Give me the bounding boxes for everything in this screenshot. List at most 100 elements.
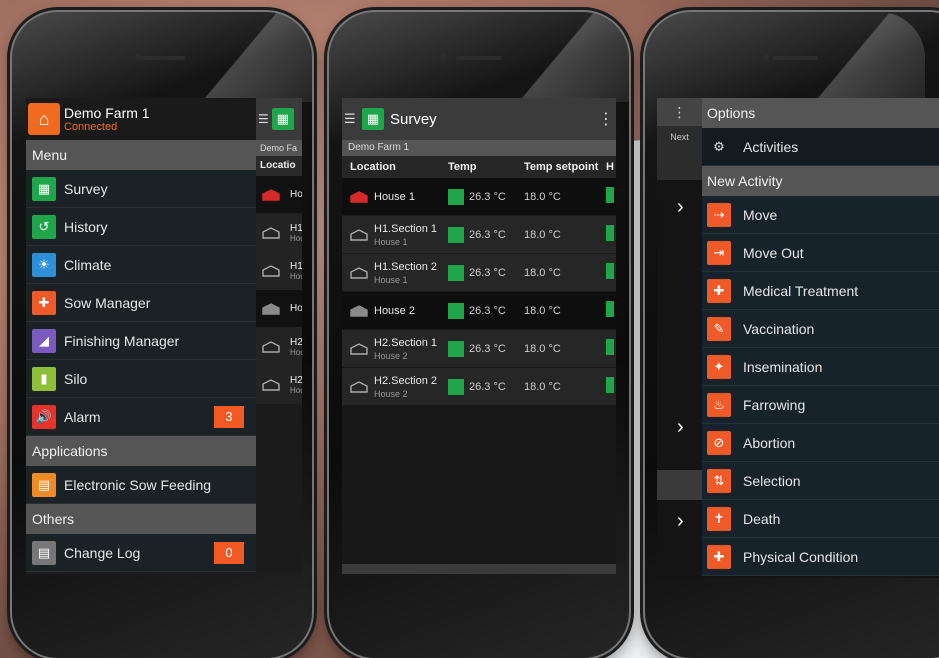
location-parent: House 1 — [374, 274, 408, 285]
farm-logo-icon: ⌂ — [28, 103, 60, 135]
status-indicator — [448, 226, 464, 243]
table-row[interactable]: House 1 26.3 °C 18.0 °C — [342, 178, 616, 216]
section-icon — [350, 342, 368, 355]
location-cell: H1.Section 1 House 1 — [342, 223, 448, 247]
drawer-item[interactable]: ✚ Sow Manager — [26, 284, 256, 322]
climate-icon: ☀ — [32, 252, 56, 277]
alarm-icon: 🔊 — [32, 404, 56, 429]
count-badge: 3 — [214, 405, 244, 428]
activity-list: ⇢ Move ⇥ Move Out ✚ Medical Treatment ✎ Vaccina… — [702, 196, 939, 576]
drawer-item[interactable]: ☀ Climate — [26, 246, 256, 284]
drawer-item[interactable]: ↺ History — [26, 208, 256, 246]
activity-item[interactable]: ⇥ Move Out — [702, 234, 939, 272]
vaccination-icon: ✎ — [707, 316, 731, 341]
peek-row[interactable]: H1Hou — [256, 214, 302, 252]
setpoint-value: 18.0 °C — [524, 190, 561, 203]
location-text: H1.Section 2 House 1 — [374, 261, 437, 285]
table-row[interactable]: H1.Section 1 House 1 26.3 °C 18.0 °C — [342, 216, 616, 254]
peek-row-sub: Hou — [290, 385, 302, 395]
table-header: Location Temp Temp setpoint H — [342, 156, 616, 178]
peek-row[interactable]: Ho — [256, 176, 302, 214]
screen-3: ⋮ Next › › › Options ⚙ Activities New Ac… — [657, 98, 939, 578]
activity-label: Death — [743, 510, 781, 527]
temp-cell: 26.3 °C — [448, 226, 524, 243]
activity-item[interactable]: ✎ Vaccination — [702, 310, 939, 348]
more-options-icon[interactable]: ⋮ — [596, 109, 616, 129]
grid-icon: ▦ — [271, 108, 294, 130]
peek-row-label: Ho — [290, 303, 302, 314]
screen-1: ☰ ▦ Demo Fa Locatio HoH1HouH1HouHoH2HouH… — [26, 98, 302, 574]
humidity-cell — [606, 263, 616, 282]
drawer-item[interactable]: 🔊 Alarm 3 — [26, 398, 256, 436]
table-row[interactable]: House 2 26.3 °C 18.0 °C — [342, 292, 616, 330]
more-options-icon[interactable]: ⋮ — [657, 98, 702, 126]
drawer-item-label: Alarm — [64, 408, 101, 425]
grid-icon: ▦ — [32, 176, 56, 201]
drawer-item[interactable]: ▤ Change Log 0 — [26, 534, 256, 572]
farm-subtitle: Demo Farm 1 — [342, 140, 616, 156]
drawer-item[interactable]: ▦ Survey — [26, 170, 256, 208]
camera-dot — [441, 54, 447, 60]
chevron-right-icon[interactable]: › — [657, 500, 702, 570]
grid-icon: ▦ — [362, 108, 384, 130]
activity-label: Move — [743, 206, 778, 223]
activity-item[interactable]: ⇅ Selection — [702, 462, 939, 500]
chevron-right-icon[interactable]: › — [657, 180, 702, 250]
peek-row[interactable]: H2Hou — [256, 328, 302, 366]
activity-label: Selection — [743, 472, 801, 489]
activities-item[interactable]: ⚙ Activities — [702, 128, 939, 166]
survey-rows: House 1 26.3 °C 18.0 °C H1.Section 1 House 1… — [342, 178, 616, 406]
activities-icon: ⚙ — [713, 138, 725, 154]
activity-item[interactable]: ✦ Insemination — [702, 348, 939, 386]
menu-icon[interactable]: ☰ — [344, 111, 358, 127]
location-text: House 1 — [374, 191, 415, 203]
options-panel: Options ⚙ Activities New Activity ⇢ Move ⇥… — [702, 98, 939, 578]
section-icon — [350, 266, 368, 279]
next-button[interactable]: Next — [657, 126, 702, 180]
activity-item[interactable]: ✝ Death — [702, 500, 939, 538]
temp-cell: 26.3 °C — [448, 264, 524, 281]
drawer-item[interactable]: ▮ Silo — [26, 360, 256, 398]
peek-row[interactable]: H1Hou — [256, 252, 302, 290]
status-indicator — [448, 340, 464, 357]
menu-icon[interactable]: ☰ — [258, 112, 269, 126]
section-icon — [262, 264, 280, 277]
drawer-item-label: Survey — [64, 180, 108, 197]
activity-item[interactable]: ♨ Farrowing — [702, 386, 939, 424]
activity-label: Vaccination — [743, 320, 815, 337]
physical-condition-icon: ✚ — [707, 544, 731, 569]
section-icon — [262, 226, 280, 239]
location-text: H2.Section 1 House 2 — [374, 337, 437, 361]
peek-appbar: ☰ ▦ — [256, 98, 302, 140]
setpoint-value: 18.0 °C — [524, 380, 561, 393]
table-row[interactable]: H2.Section 2 House 2 26.3 °C 18.0 °C — [342, 368, 616, 406]
activity-item[interactable]: ✚ Medical Treatment — [702, 272, 939, 310]
activity-label: Farrowing — [743, 396, 806, 413]
history-icon: ↺ — [32, 214, 56, 239]
death-icon: ✝ — [707, 506, 731, 531]
humidity-cell — [606, 225, 616, 244]
drawer-item[interactable]: ▤ Electronic Sow Feeding — [26, 466, 256, 504]
humidity-cell — [606, 377, 616, 396]
insemination-icon: ✦ — [707, 354, 731, 379]
status-indicator — [448, 378, 464, 395]
status-indicator — [606, 225, 614, 241]
phone-3: ⋮ Next › › › Options ⚙ Activities New Ac… — [645, 12, 939, 658]
activity-item[interactable]: ⇢ Move — [702, 196, 939, 234]
peek-row[interactable]: Ho — [256, 290, 302, 328]
col-setpoint[interactable]: Temp setpoint — [524, 161, 606, 173]
col-temp[interactable]: Temp — [448, 161, 524, 173]
table-row[interactable]: H2.Section 1 House 2 26.3 °C 18.0 °C — [342, 330, 616, 368]
peek-row[interactable]: H2Hou — [256, 366, 302, 404]
table-row[interactable]: H1.Section 2 House 1 26.3 °C 18.0 °C — [342, 254, 616, 292]
activity-item[interactable]: ⊘ Abortion — [702, 424, 939, 462]
app-bar: ☰ ▦ Survey ⋮ — [342, 98, 616, 140]
col-h[interactable]: H — [606, 161, 616, 173]
chevron-right-icon[interactable]: › — [657, 400, 702, 470]
speaker — [456, 56, 502, 60]
speaker — [139, 56, 185, 60]
activity-label: Physical Condition — [743, 548, 859, 565]
drawer-item[interactable]: ◢ Finishing Manager — [26, 322, 256, 360]
activity-item[interactable]: ✚ Physical Condition — [702, 538, 939, 576]
col-location[interactable]: Location — [342, 161, 448, 173]
